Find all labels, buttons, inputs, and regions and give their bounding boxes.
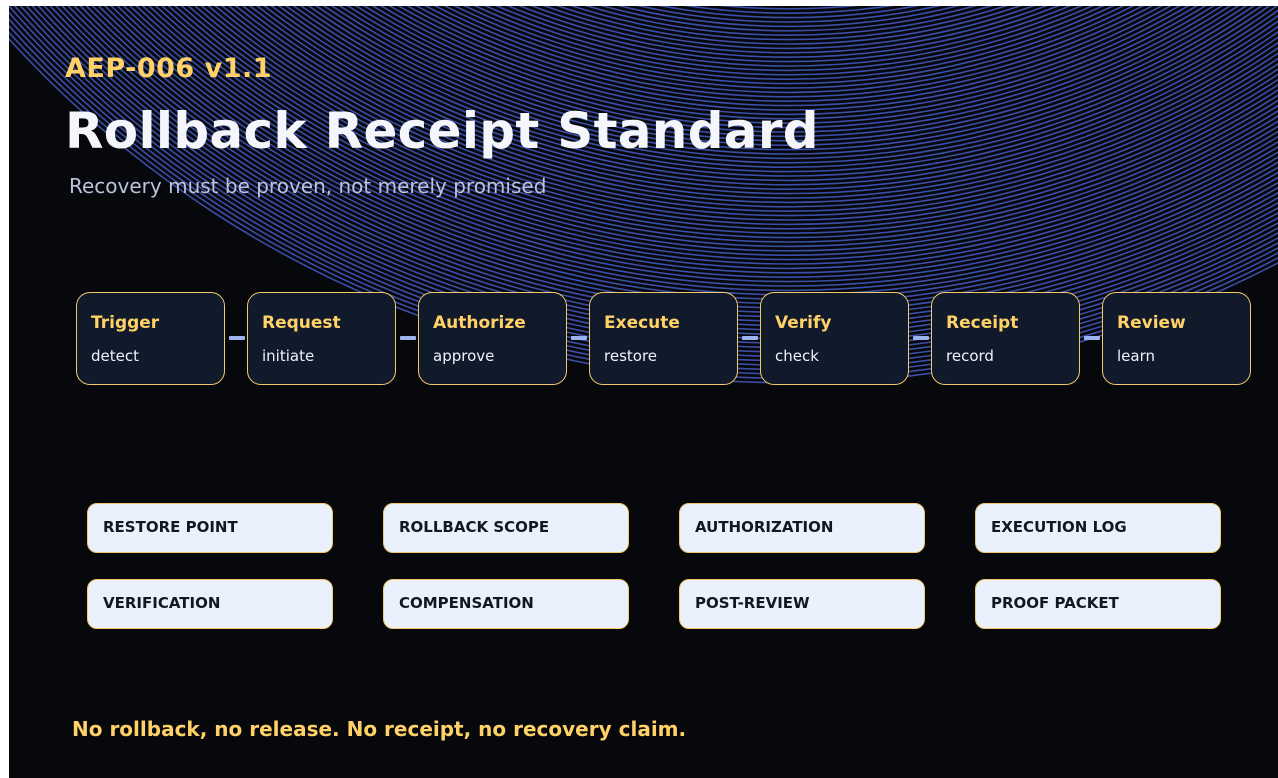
step-name: Execute [604, 313, 680, 333]
step-name: Review [1117, 313, 1186, 333]
tile-label: PROOF PACKET [991, 594, 1119, 612]
flow-connector [913, 336, 929, 340]
flow-step-receipt: Receipt record [931, 292, 1080, 385]
step-verb: initiate [262, 347, 315, 365]
page-subtitle: Recovery must be proven, not merely prom… [69, 174, 547, 198]
component-tile-execution-log: EXECUTION LOG [975, 503, 1221, 553]
footer-principle: No rollback, no release. No receipt, no … [72, 717, 687, 741]
flow-step-verify: Verify check [760, 292, 909, 385]
step-name: Request [262, 313, 341, 333]
tile-label: RESTORE POINT [103, 518, 238, 536]
tile-label: EXECUTION LOG [991, 518, 1127, 536]
tile-label: COMPENSATION [399, 594, 534, 612]
flow-connector [742, 336, 758, 340]
flow-connector [1084, 336, 1100, 340]
component-tile-restore-point: RESTORE POINT [87, 503, 333, 553]
step-name: Receipt [946, 313, 1019, 333]
component-tile-post-review: POST-REVIEW [679, 579, 925, 629]
component-tile-authorization: AUTHORIZATION [679, 503, 925, 553]
flow-connector [229, 336, 245, 340]
flow-step-trigger: Trigger detect [76, 292, 225, 385]
component-tile-verification: VERIFICATION [87, 579, 333, 629]
component-tile-compensation: COMPENSATION [383, 579, 629, 629]
tile-label: POST-REVIEW [695, 594, 810, 612]
step-verb: learn [1117, 347, 1155, 365]
step-verb: detect [91, 347, 139, 365]
component-tile-proof-packet: PROOF PACKET [975, 579, 1221, 629]
flow-step-request: Request initiate [247, 292, 396, 385]
flow-connector [400, 336, 416, 340]
page-title: Rollback Receipt Standard [65, 102, 819, 160]
step-verb: approve [433, 347, 495, 365]
step-name: Trigger [91, 313, 160, 333]
flow-connector [571, 336, 587, 340]
component-tile-rollback-scope: ROLLBACK SCOPE [383, 503, 629, 553]
tile-label: VERIFICATION [103, 594, 221, 612]
flow-step-execute: Execute restore [589, 292, 738, 385]
tile-label: AUTHORIZATION [695, 518, 834, 536]
step-verb: record [946, 347, 994, 365]
step-verb: restore [604, 347, 658, 365]
tile-label: ROLLBACK SCOPE [399, 518, 550, 536]
flow-step-review: Review learn [1102, 292, 1251, 385]
step-name: Verify [775, 313, 832, 333]
standard-version: AEP-006 v1.1 [65, 53, 273, 84]
rollback-flow: Trigger detect Request initiate Authoriz… [76, 292, 1256, 388]
slide-canvas: AEP-006 v1.1 Rollback Receipt Standard R… [9, 6, 1278, 778]
flow-step-authorize: Authorize approve [418, 292, 567, 385]
step-verb: check [775, 347, 819, 365]
step-name: Authorize [433, 313, 526, 333]
